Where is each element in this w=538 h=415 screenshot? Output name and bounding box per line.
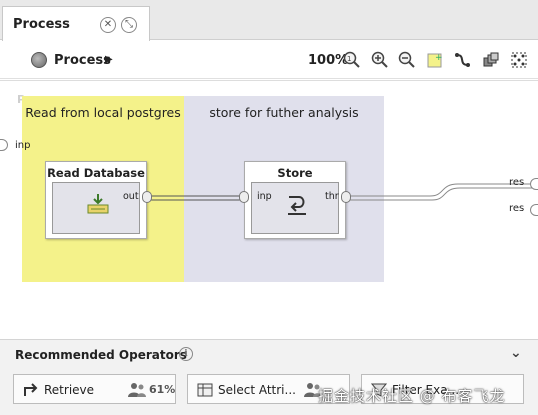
recommended-percent: 61% bbox=[149, 383, 176, 396]
process-output-port[interactable] bbox=[530, 178, 538, 190]
operator-output-port[interactable] bbox=[142, 191, 152, 203]
users-icon bbox=[128, 382, 146, 398]
tab-title: Process bbox=[13, 17, 70, 32]
watermark-text: 掘金技术社区 @ 布客飞龙 bbox=[318, 387, 506, 405]
breadcrumb-arrow-icon[interactable]: ▶ bbox=[105, 54, 113, 65]
database-read-icon bbox=[86, 192, 110, 219]
operator-title: Read Database bbox=[47, 166, 145, 180]
process-output-port-label: res bbox=[509, 203, 525, 214]
recommended-title: Recommended Operators bbox=[15, 348, 187, 362]
operator-port-label: inp bbox=[257, 191, 272, 202]
process-output-port-label: res bbox=[509, 177, 525, 188]
add-note-icon[interactable]: + bbox=[425, 50, 445, 70]
zoom-in-icon[interactable] bbox=[370, 50, 390, 70]
store-icon bbox=[285, 193, 309, 220]
process-output-port[interactable] bbox=[530, 204, 538, 216]
select-attributes-icon bbox=[196, 381, 214, 399]
process-icon bbox=[31, 52, 47, 68]
operator-store[interactable]: Store inp thr bbox=[239, 161, 351, 239]
process-input-port-label: inp bbox=[15, 140, 31, 151]
layout-icon[interactable] bbox=[509, 50, 529, 70]
close-icon[interactable]: ✕ bbox=[100, 17, 116, 33]
chevron-down-icon[interactable]: ⌄ bbox=[510, 345, 522, 361]
operator-body[interactable] bbox=[251, 182, 339, 234]
auto-wire-icon[interactable] bbox=[453, 50, 473, 70]
tab-bar: Process ✕ ⤡ bbox=[0, 0, 538, 41]
recommended-operators-header: Recommended Operators i ⌄ bbox=[0, 339, 538, 369]
retrieve-icon bbox=[22, 381, 40, 399]
process-breadcrumb[interactable]: Process bbox=[54, 53, 111, 68]
recommended-retrieve-button[interactable]: Retrieve 61% bbox=[13, 374, 176, 404]
recommended-label: Retrieve bbox=[44, 383, 95, 397]
zoom-out-icon[interactable] bbox=[397, 50, 417, 70]
operator-port-label: out bbox=[123, 191, 139, 202]
info-icon[interactable]: i bbox=[179, 347, 193, 361]
operator-body[interactable] bbox=[52, 182, 140, 234]
tab-process[interactable]: Process ✕ ⤡ bbox=[2, 6, 150, 41]
restore-icon[interactable]: ⤡ bbox=[121, 17, 137, 33]
process-canvas[interactable]: Process Read from local postgres store f… bbox=[0, 80, 538, 338]
operator-input-port[interactable] bbox=[239, 191, 249, 203]
operator-read-database[interactable]: Read Database out bbox=[45, 161, 152, 239]
operator-title: Store bbox=[277, 166, 313, 180]
svg-text:+: + bbox=[435, 53, 443, 63]
operator-port-label: thr bbox=[325, 191, 339, 202]
process-toolbar: Process ▶ 100% 1 + bbox=[0, 41, 538, 79]
operator-output-port[interactable] bbox=[341, 191, 351, 203]
zoom-fit-icon[interactable]: 1 bbox=[342, 50, 362, 70]
recommended-label: Select Attri... bbox=[218, 383, 296, 397]
arrange-icon[interactable] bbox=[481, 50, 501, 70]
svg-text:1: 1 bbox=[347, 55, 351, 63]
